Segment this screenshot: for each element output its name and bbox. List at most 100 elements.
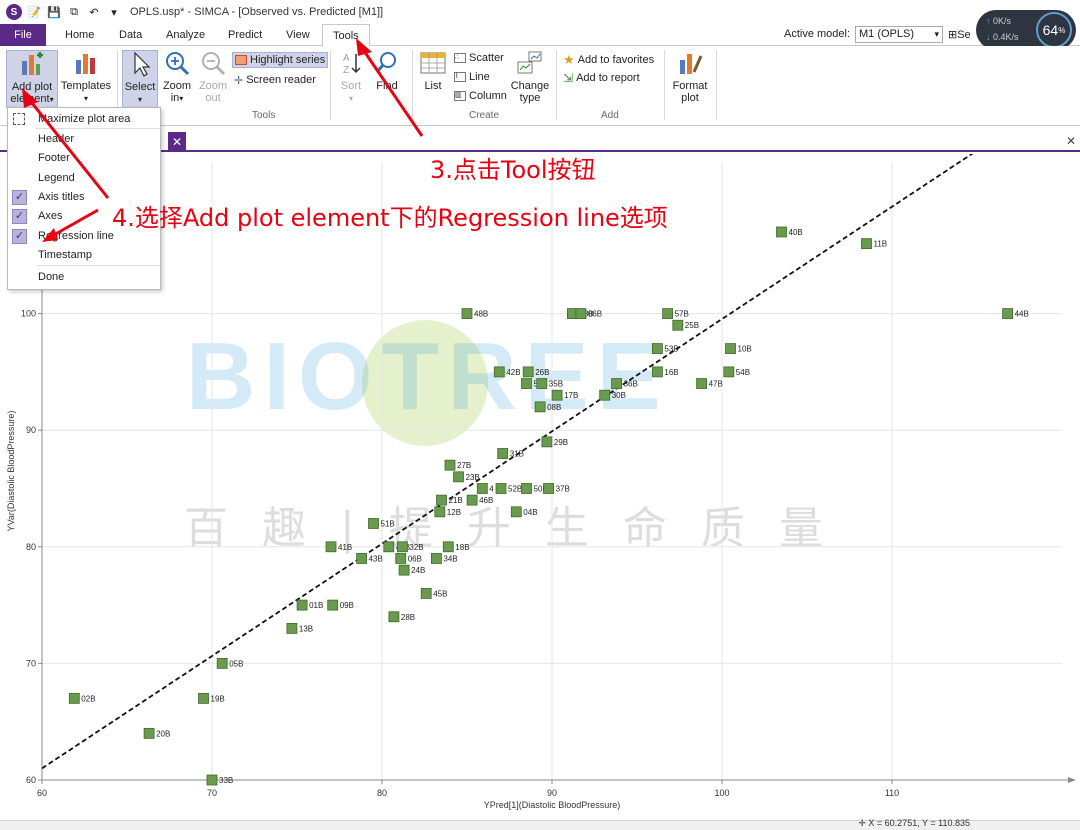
close-pane-icon[interactable]: ✕ bbox=[1066, 134, 1076, 148]
list-button[interactable]: List bbox=[418, 50, 448, 92]
save-icon[interactable]: 💾 bbox=[46, 4, 62, 20]
window-title: OPLS.usp* - SIMCA - [Observed vs. Predic… bbox=[130, 6, 384, 18]
data-point bbox=[522, 366, 534, 378]
data-point-label: 36B bbox=[624, 380, 638, 389]
annotation-step4: 4.选择Add plot element下的Regression line选项 bbox=[112, 204, 668, 232]
data-point-label: 21B bbox=[449, 496, 463, 505]
data-point-label: 20B bbox=[156, 729, 170, 738]
observed-vs-predicted-plot[interactable]: 60 70 80 90 100 11060708090100 40B11B44B48B 03… bbox=[0, 154, 1080, 820]
data-point-label: 52B bbox=[508, 484, 522, 493]
templates-button[interactable]: Templates ▾ bbox=[60, 50, 112, 105]
tab-analyze[interactable]: Analyze bbox=[156, 24, 215, 46]
templates-icon bbox=[76, 54, 95, 74]
undo-icon[interactable]: ↶ bbox=[86, 4, 102, 20]
data-point bbox=[395, 553, 407, 564]
copy-icon[interactable]: ⧉ bbox=[66, 4, 82, 20]
tab-data[interactable]: Data bbox=[109, 24, 152, 46]
data-point bbox=[286, 623, 298, 634]
data-point-label: 08B bbox=[547, 403, 561, 412]
data-point-label: 4 bbox=[489, 484, 494, 493]
data-point-label: 31B bbox=[510, 450, 524, 459]
document-tab-strip: ✕ ✕ bbox=[0, 132, 1080, 152]
x-tick-label: 100 bbox=[714, 788, 729, 798]
data-point-label: 48B bbox=[474, 310, 488, 319]
find-button[interactable]: Find bbox=[372, 50, 402, 92]
change-type-icon bbox=[517, 51, 542, 74]
data-point bbox=[143, 727, 155, 739]
data-point-label: 11B bbox=[874, 240, 888, 249]
line-button[interactable]: ⌇ Line bbox=[454, 71, 490, 83]
screen-reader-icon: ✛ bbox=[234, 74, 244, 87]
dropdown-item-label: Axes bbox=[38, 210, 63, 222]
sort-az-icon: A Z bbox=[343, 53, 361, 76]
add-to-favorites-button[interactable]: ★ Add to favorites bbox=[563, 52, 654, 68]
document-close-icon[interactable]: ✕ bbox=[168, 132, 186, 152]
active-model-select[interactable]: M1 (OPLS) bbox=[855, 26, 943, 43]
sort-button[interactable]: A Z Sort ▾ bbox=[336, 50, 366, 105]
data-point bbox=[476, 483, 488, 494]
highlight-series-button[interactable]: Highlight series bbox=[232, 52, 329, 68]
data-point bbox=[696, 378, 707, 389]
data-point-label: 06B bbox=[588, 310, 602, 319]
dropdown-item-footer[interactable]: Footer bbox=[8, 149, 160, 168]
add-to-report-button[interactable]: ⇲ Add to report bbox=[563, 71, 640, 85]
y-tick-label: 60 bbox=[26, 775, 36, 785]
dropdown-item-done[interactable]: Done bbox=[8, 268, 160, 287]
dropdown-item-label: Header bbox=[38, 133, 75, 145]
zoom-out-button[interactable]: Zoom out bbox=[196, 50, 230, 104]
svg-text:A: A bbox=[343, 53, 350, 64]
app-logo-icon: S bbox=[6, 4, 22, 20]
data-point-label: 46B bbox=[479, 496, 493, 505]
grid-lines bbox=[41, 162, 1062, 781]
add-plot-element-button[interactable]: Add plot element▾ bbox=[6, 50, 58, 108]
new-file-icon[interactable]: 📝 bbox=[26, 4, 42, 20]
tab-tools[interactable]: Tools bbox=[322, 24, 370, 47]
column-button[interactable]: ▥ Column bbox=[454, 90, 507, 102]
data-point bbox=[434, 506, 446, 518]
data-point-label: 35B bbox=[549, 380, 563, 389]
x-axis-arrow-icon bbox=[1068, 777, 1076, 783]
change-type-button[interactable]: Change type bbox=[510, 50, 550, 104]
tab-file[interactable]: File bbox=[0, 24, 46, 46]
data-point bbox=[466, 494, 478, 506]
tab-predict[interactable]: Predict bbox=[218, 24, 272, 46]
screen-reader-button[interactable]: ✛ Screen reader bbox=[234, 72, 316, 88]
data-point bbox=[206, 774, 218, 786]
data-point-label: 30B bbox=[612, 391, 626, 400]
data-point bbox=[536, 378, 548, 389]
data-point bbox=[216, 657, 228, 669]
data-points: 40B11B44B48B 03B06B 57B25B53B 10B42B 26B 16B 5… bbox=[68, 226, 1029, 786]
tab-home[interactable]: Home bbox=[55, 24, 104, 46]
data-point bbox=[430, 553, 442, 564]
data-point bbox=[551, 389, 563, 401]
scatter-button[interactable]: ∴ Scatter bbox=[454, 52, 504, 64]
select-button[interactable]: Select ▾ bbox=[122, 50, 158, 108]
data-point bbox=[495, 483, 507, 494]
data-point-label: 09B bbox=[340, 601, 354, 610]
data-point-label: 29B bbox=[554, 438, 568, 447]
y-axis-title: YVar(Diastolic BloodPressure) bbox=[6, 411, 16, 532]
x-axis-title: YPred[1](Diastolic BloodPressure) bbox=[484, 800, 621, 810]
line-chart-icon: ⌇ bbox=[454, 72, 466, 82]
data-point-label: 16B bbox=[664, 368, 678, 377]
data-point-label: 06B bbox=[408, 554, 422, 563]
data-point bbox=[534, 401, 546, 413]
data-point bbox=[543, 483, 554, 494]
quick-access-dropdown-icon[interactable]: ▾ bbox=[106, 4, 122, 20]
selection-icon[interactable]: ⊞Se bbox=[948, 28, 971, 41]
data-point bbox=[388, 611, 400, 623]
dropdown-item-timestamp[interactable]: Timestamp bbox=[8, 246, 160, 265]
crosshair-icon: ✛ bbox=[858, 818, 866, 828]
zoom-in-button[interactable]: Zoom in▾ bbox=[160, 50, 194, 105]
dropdown-item-legend[interactable]: Legend bbox=[8, 169, 160, 188]
dropdown-item-header[interactable]: Header bbox=[8, 130, 160, 149]
data-point-label: 05B bbox=[229, 659, 243, 668]
title-bar: S 📝 💾 ⧉ ↶ ▾ OPLS.usp* - SIMCA - [Observe… bbox=[0, 0, 1080, 24]
format-plot-icon bbox=[680, 54, 703, 74]
tools-group-label: Tools bbox=[252, 110, 276, 121]
tab-view[interactable]: View bbox=[276, 24, 320, 46]
maximize-icon bbox=[13, 113, 25, 125]
dropdown-item-maximize-plot-area[interactable]: Maximize plot area bbox=[8, 110, 160, 129]
upload-speed: ↑ 0K/s bbox=[986, 16, 1012, 26]
format-plot-button[interactable]: Format plot bbox=[670, 50, 710, 104]
